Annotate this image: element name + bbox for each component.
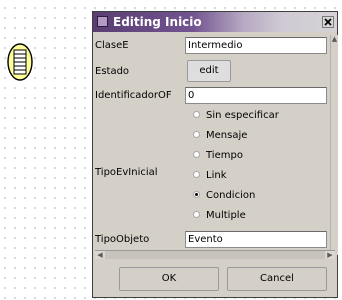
vertical-scrollbar[interactable]: ▲ [330, 35, 338, 255]
radio-label: Multiple [206, 210, 246, 221]
estado-edit-button[interactable]: edit [187, 60, 231, 82]
radio-button[interactable] [193, 130, 200, 138]
radio-label: Tiempo [206, 150, 243, 161]
tipo-objeto-field[interactable]: Evento [185, 231, 327, 248]
start-event-condition-icon[interactable] [6, 42, 34, 82]
radio-button-selected[interactable] [193, 190, 200, 198]
identificador-field[interactable]: 0 [185, 87, 327, 104]
radio-multiple[interactable]: Multiple [193, 209, 246, 223]
close-icon[interactable] [322, 16, 334, 28]
dialog-titlebar[interactable]: Editing Inicio [93, 12, 337, 32]
radio-mensaje[interactable]: Mensaje [193, 129, 247, 143]
clase-field[interactable]: Intermedio [185, 37, 327, 54]
radio-sin-especificar[interactable]: Sin especificar [193, 109, 279, 123]
estado-label: Estado [95, 66, 130, 77]
radio-button[interactable] [193, 150, 200, 158]
scroll-up-icon[interactable]: ▲ [331, 35, 338, 43]
radio-label: Link [206, 170, 227, 181]
editing-dialog: Editing Inicio ClaseE Intermedio Estado … [92, 11, 338, 298]
radio-label: Condicion [206, 190, 256, 201]
radio-button[interactable] [193, 210, 200, 218]
horizontal-scrollbar[interactable]: ◀ ▶ [95, 250, 335, 259]
tipo-objeto-label: TipoObjeto [95, 234, 150, 245]
radio-tiempo[interactable]: Tiempo [193, 149, 243, 163]
window-icon [97, 16, 108, 27]
dialog-title: Editing Inicio [113, 15, 202, 29]
radio-condicion[interactable]: Condicion [193, 189, 255, 203]
tipo-ev-inicial-label: TipoEvInicial [95, 167, 158, 178]
diagram-canvas[interactable] [0, 0, 92, 300]
cancel-button[interactable]: Cancel [227, 267, 327, 291]
ok-button[interactable]: OK [119, 267, 219, 291]
radio-link[interactable]: Link [193, 169, 226, 183]
scroll-left-icon[interactable]: ◀ [95, 251, 105, 259]
scroll-right-icon[interactable]: ▶ [325, 251, 335, 259]
radio-button[interactable] [193, 170, 200, 178]
radio-label: Mensaje [206, 130, 248, 141]
identificador-label: IdentificadorOF [95, 90, 172, 101]
radio-button[interactable] [193, 110, 200, 118]
clase-label: ClaseE [95, 40, 129, 51]
radio-label: Sin especificar [206, 110, 279, 121]
